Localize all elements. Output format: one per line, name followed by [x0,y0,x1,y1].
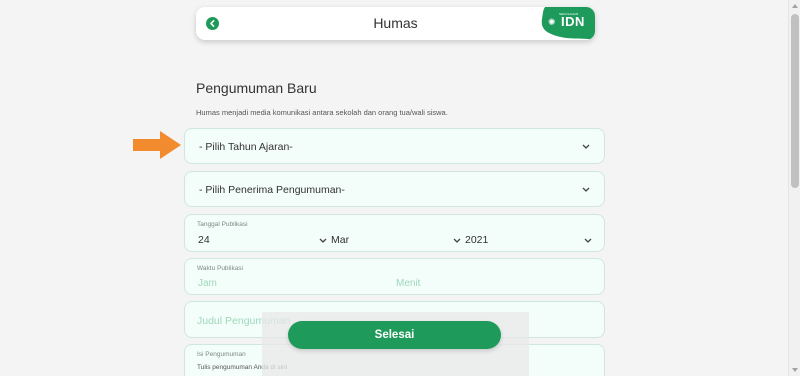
chevron-down-icon [453,238,461,243]
finish-button[interactable]: Selesai [288,321,501,349]
form-description: Humas menjadi media komunikasi antara se… [196,108,448,117]
chevron-down-icon [582,144,590,149]
academic-year-select-value: - Pilih Tahun Ajaran- [199,141,293,153]
scroll-down-icon[interactable] [792,368,798,372]
brand-logo: ✺ SEKOLAHAN IDN [535,7,595,40]
recipient-select[interactable]: - Pilih Penerima Pengumuman- [184,171,605,207]
publish-time-field: Waktu Publikasi Jam Menit [184,258,605,295]
recipient-select-value: - Pilih Penerima Pengumuman- [199,184,345,196]
form-title: Pengumuman Baru [196,80,317,96]
chevron-down-icon [319,238,327,243]
app-header: Humas ✺ SEKOLAHAN IDN [196,7,595,40]
scrollbar-thumb[interactable] [791,14,799,188]
chevron-down-icon [582,187,590,192]
publish-date-label: Tanggal Publikasi [197,221,248,228]
scrollbar[interactable] [788,0,800,376]
announcement-content-label: Isi Pengumuman [197,351,246,358]
orange-arrow-icon [133,131,181,159]
hour-input[interactable]: Jam [198,278,217,289]
sun-icon: ✺ [548,17,556,27]
publish-time-label: Waktu Publikasi [197,265,243,272]
year-value: 2021 [465,234,489,246]
brand-name: IDN [561,14,585,29]
academic-year-select[interactable]: - Pilih Tahun Ajaran- [184,128,605,164]
month-value: Mar [331,234,350,246]
day-value: 24 [198,234,210,246]
minute-input[interactable]: Menit [396,278,420,289]
chevron-down-icon [584,238,592,243]
publish-date-field: Tanggal Publikasi 24 Mar 2021 [184,214,605,252]
scroll-up-icon[interactable] [792,4,798,8]
